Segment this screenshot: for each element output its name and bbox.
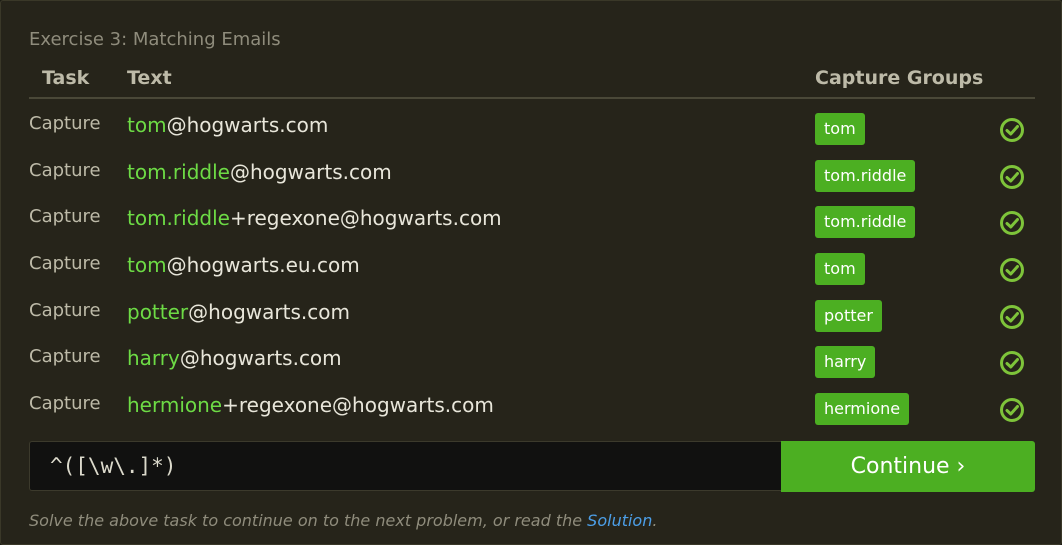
- table-row: Capture potter@hogwarts.com potter: [29, 292, 1035, 339]
- footer-hint: Solve the above task to continue on to t…: [29, 511, 657, 530]
- table-row: Capture tom@hogwarts.eu.com tom: [29, 245, 1035, 292]
- capture-group-badge: tom: [815, 253, 865, 286]
- capture-group-badge: harry: [815, 346, 876, 379]
- continue-button[interactable]: Continue ›: [781, 441, 1035, 492]
- table-row: Capture harry@hogwarts.com harry: [29, 338, 1035, 385]
- table-row: Capture tom.riddle@hogwarts.com tom.ridd…: [29, 152, 1035, 199]
- task-label: Capture: [29, 253, 101, 275]
- matched-text: tom.riddle: [127, 159, 230, 184]
- exercise-title: Exercise 3: Matching Emails: [29, 29, 281, 50]
- row-text: harry@hogwarts.com: [127, 346, 342, 370]
- table-row: Capture tom@hogwarts.com tom: [29, 105, 1035, 152]
- column-header-capture-groups: Capture Groups: [815, 67, 984, 89]
- matched-text: potter: [127, 299, 189, 324]
- unmatched-text: +regexone@hogwarts.com: [222, 393, 494, 418]
- table-header: Task Text Capture Groups: [29, 65, 1035, 99]
- unmatched-text: +regexone@hogwarts.com: [229, 206, 502, 231]
- task-rows: Capture tom@hogwarts.com tom Capture tom…: [29, 105, 1035, 432]
- unmatched-text: @hogwarts.com: [179, 346, 342, 371]
- check-circle-icon: [1000, 118, 1024, 142]
- matched-text: tom: [127, 113, 167, 137]
- task-label: Capture: [29, 299, 101, 321]
- check-circle-icon: [1000, 398, 1024, 423]
- check-circle-icon: [1000, 211, 1024, 236]
- check-circle-icon: [1000, 258, 1024, 283]
- row-text: tom@hogwarts.eu.com: [127, 253, 360, 277]
- capture-group-badge: tom: [815, 113, 865, 145]
- matched-text: hermione: [127, 393, 223, 418]
- capture-group-badge: tom.riddle: [815, 159, 916, 192]
- solution-link[interactable]: Solution: [587, 511, 652, 530]
- table-row: Capture tom.riddle+regexone@hogwarts.com…: [29, 198, 1035, 245]
- row-text: tom.riddle@hogwarts.com: [127, 160, 392, 184]
- task-label: Capture: [29, 113, 101, 134]
- capture-group-badge: potter: [815, 299, 882, 332]
- row-text: tom@hogwarts.com: [127, 113, 328, 137]
- matched-text: tom.riddle: [127, 206, 230, 231]
- task-label: Capture: [29, 206, 101, 228]
- capture-group-badge: tom.riddle: [815, 206, 916, 239]
- unmatched-text: @hogwarts.eu.com: [166, 253, 360, 278]
- regex-input-area: Continue ›: [29, 441, 1035, 493]
- footer-text: Solve the above task to continue on to t…: [29, 511, 588, 530]
- table-row: Capture hermione+regexone@hogwarts.com h…: [29, 385, 1035, 432]
- footer-text-end: .: [652, 511, 658, 530]
- unmatched-text: @hogwarts.com: [166, 113, 329, 137]
- exercise-panel: Exercise 3: Matching Emails Task Text Ca…: [0, 0, 1062, 545]
- row-text: tom.riddle+regexone@hogwarts.com: [127, 206, 502, 230]
- matched-text: tom: [127, 253, 167, 278]
- column-header-text: Text: [127, 67, 172, 89]
- check-circle-icon: [1000, 164, 1024, 189]
- capture-group-badge: hermione: [815, 393, 910, 426]
- check-circle-icon: [1000, 304, 1024, 329]
- unmatched-text: @hogwarts.com: [188, 299, 350, 324]
- regex-input[interactable]: [29, 441, 781, 491]
- task-label: Capture: [29, 346, 101, 368]
- check-circle-icon: [1000, 351, 1024, 376]
- row-text: hermione+regexone@hogwarts.com: [127, 393, 494, 417]
- unmatched-text: @hogwarts.com: [229, 159, 392, 184]
- row-text: potter@hogwarts.com: [127, 300, 350, 324]
- matched-text: harry: [127, 346, 180, 371]
- column-header-task: Task: [42, 67, 90, 89]
- task-label: Capture: [29, 393, 101, 415]
- task-label: Capture: [29, 159, 101, 181]
